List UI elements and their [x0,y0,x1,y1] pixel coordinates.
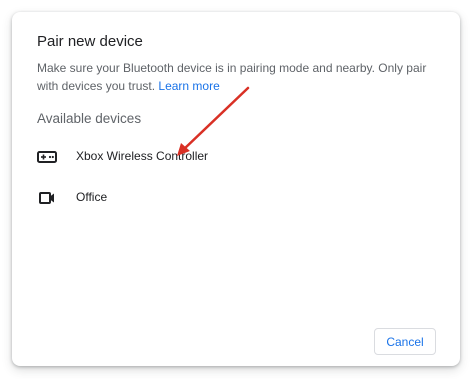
dialog-description: Make sure your Bluetooth device is in pa… [37,59,437,95]
device-label: Office [76,190,108,204]
video-camera-icon [36,190,58,206]
device-item-xbox-wireless-controller[interactable]: Xbox Wireless Controller [12,137,460,177]
available-devices-heading: Available devices [37,111,142,126]
description-text: Make sure your Bluetooth device is in pa… [37,61,427,93]
device-item-office[interactable]: Office [12,178,460,218]
device-label: Xbox Wireless Controller [76,149,209,163]
gamepad-icon [36,149,58,165]
dialog-title: Pair new device [37,33,143,50]
learn-more-link[interactable]: Learn more [158,79,219,93]
cancel-button[interactable]: Cancel [374,328,436,355]
pair-device-dialog: Pair new device Make sure your Bluetooth… [12,12,460,366]
